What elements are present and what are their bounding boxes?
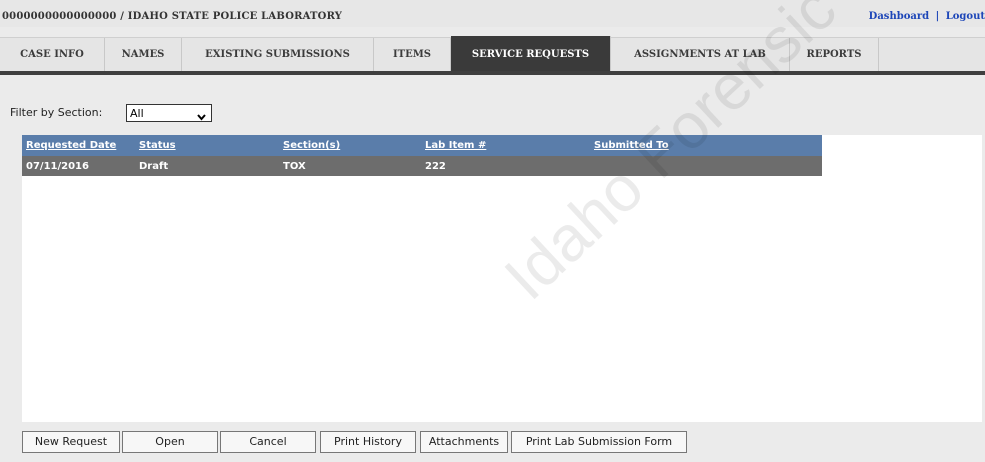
dashboard-link[interactable]: Dashboard [869, 11, 929, 22]
column-header-submitted-to[interactable]: Submitted To [594, 140, 669, 151]
section-filter-value: All [130, 107, 144, 120]
cell-sections: TOX [283, 161, 306, 172]
cell-requested-date: 07/11/2016 [26, 161, 89, 172]
service-requests-grid: Requested Date Status Section(s) Lab Ite… [22, 135, 982, 422]
cell-status: Draft [139, 161, 169, 172]
tab-names[interactable]: NAMES [105, 38, 182, 72]
column-header-lab-item[interactable]: Lab Item # [425, 140, 486, 151]
cell-lab-item: 222 [425, 161, 446, 172]
cancel-button[interactable]: Cancel [220, 431, 316, 453]
print-history-button[interactable]: Print History [320, 431, 416, 453]
case-title: 0000000000000000 / IDAHO STATE POLICE LA… [2, 11, 343, 22]
table-row[interactable]: 07/11/2016 Draft TOX 222 [22, 156, 822, 176]
tab-existing-submissions[interactable]: EXISTING SUBMISSIONS [182, 38, 374, 72]
section-filter-select[interactable]: All [126, 104, 212, 122]
tab-bar: CASE INFO NAMES EXISTING SUBMISSIONS ITE… [0, 36, 985, 75]
filter-label: Filter by Section: [10, 106, 103, 119]
open-button[interactable]: Open [122, 431, 218, 453]
top-bar: 0000000000000000 / IDAHO STATE POLICE LA… [0, 0, 985, 27]
new-request-button[interactable]: New Request [22, 431, 120, 453]
tab-case-info[interactable]: CASE INFO [0, 38, 105, 72]
logout-link[interactable]: Logout [946, 11, 985, 22]
column-header-status[interactable]: Status [139, 140, 176, 151]
column-header-requested-date[interactable]: Requested Date [26, 140, 116, 151]
grid-header: Requested Date Status Section(s) Lab Ite… [22, 135, 822, 156]
attachments-button[interactable]: Attachments [420, 431, 508, 453]
tab-underline [0, 71, 985, 75]
tab-assignments-at-lab[interactable]: ASSIGNMENTS AT LAB [611, 38, 790, 72]
tab-service-requests[interactable]: SERVICE REQUESTS [451, 36, 611, 72]
tab-items[interactable]: ITEMS [374, 38, 451, 72]
tab-reports[interactable]: REPORTS [790, 38, 879, 72]
print-lab-submission-form-button[interactable]: Print Lab Submission Form [511, 431, 687, 453]
chevron-down-icon [197, 109, 206, 127]
column-header-sections[interactable]: Section(s) [283, 140, 340, 151]
nav-separator: | [935, 11, 940, 22]
top-nav: Dashboard | Logout [869, 11, 985, 22]
